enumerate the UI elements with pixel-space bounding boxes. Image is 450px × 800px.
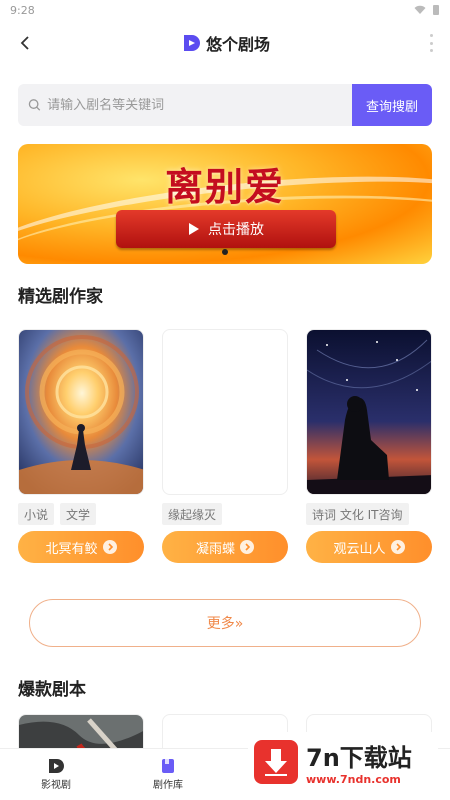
main-content: 查询搜剧 离别爱 点击播放 精选剧作家 — [0, 66, 450, 800]
writer-tags: 诗词 文化 IT咨询 — [306, 503, 432, 525]
writer-card[interactable]: 小说 文学 北冥有鲛 — [18, 329, 144, 563]
brand-logo-icon — [183, 35, 200, 51]
carousel-indicator — [222, 249, 228, 255]
nav-item-videos[interactable]: 影视剧 — [0, 749, 112, 800]
download-icon — [254, 740, 298, 784]
chevron-right-icon — [390, 540, 405, 554]
nav-item-library[interactable]: 剧作库 — [112, 749, 224, 800]
banner-play-button[interactable]: 点击播放 — [116, 210, 336, 248]
banner-carousel[interactable]: 离别爱 点击播放 — [18, 144, 432, 264]
tag: 诗词 文化 IT咨询 — [306, 503, 409, 525]
section-title-writers: 精选剧作家 — [18, 287, 103, 307]
dot-icon — [429, 41, 433, 45]
status-time: 9:28 — [10, 3, 35, 17]
status-bar: 9:28 — [0, 0, 450, 20]
back-arrow-icon — [20, 36, 29, 50]
search-bar: 查询搜剧 — [18, 84, 432, 126]
nav-label: 剧作库 — [153, 780, 183, 791]
search-icon — [28, 99, 41, 111]
search-box — [18, 84, 352, 126]
watermark-logo: 7n下载站 www.7ndn.com — [248, 732, 438, 792]
battery-icon — [433, 5, 439, 15]
tag: 小说 — [18, 503, 55, 525]
play-icon — [189, 223, 199, 235]
chevron-right-icon — [240, 540, 254, 554]
writer-tags: 小说 文学 — [18, 503, 144, 525]
writer-tags: 缘起缘灭 — [162, 503, 288, 525]
writer-image — [162, 329, 288, 495]
writer-cards: 小说 文学 北冥有鲛 缘起缘灭 凝雨蝶 诗词 文化 IT咨询 观云山人 — [18, 329, 432, 563]
banner-title: 离别爱 — [164, 164, 285, 209]
more-writers-button[interactable]: 更多» — [29, 599, 421, 647]
status-icons — [414, 4, 440, 16]
search-input[interactable] — [47, 97, 352, 113]
book-icon — [162, 759, 174, 773]
app-brand: 悠个剧场 — [180, 31, 270, 55]
writer-name: 观云山人 — [333, 541, 386, 557]
play-label: 点击播放 — [208, 222, 264, 238]
back-button[interactable] — [14, 32, 36, 54]
dot-icon — [429, 34, 433, 37]
writer-name: 凝雨蝶 — [195, 541, 235, 557]
chevron-right-icon — [102, 540, 117, 554]
writer-card[interactable]: 缘起缘灭 凝雨蝶 — [162, 329, 288, 563]
nav-label: 影视剧 — [41, 780, 71, 791]
writer-name-button[interactable]: 北冥有鲛 — [18, 531, 144, 563]
app-title: 悠个剧场 — [205, 35, 270, 54]
app-screen: 9:28 悠个剧场 查询搜剧 — [0, 0, 450, 800]
writer-card[interactable]: 诗词 文化 IT咨询 观云山人 — [306, 329, 432, 563]
watermark-url: www.7ndn.com — [306, 773, 401, 786]
app-bar: 悠个剧场 — [0, 20, 450, 66]
writer-name: 北冥有鲛 — [45, 541, 98, 557]
writer-name-button[interactable]: 凝雨蝶 — [162, 531, 288, 563]
brand-play-icon — [49, 759, 64, 773]
more-options-button[interactable] — [428, 34, 434, 52]
writer-image — [18, 329, 144, 495]
section-title-scripts: 爆款剧本 — [18, 680, 86, 700]
watermark-title: 7n下载站 — [306, 744, 412, 772]
writer-image — [306, 329, 432, 495]
tag: 缘起缘灭 — [162, 503, 223, 525]
tag: 文学 — [60, 503, 97, 525]
writer-name-button[interactable]: 观云山人 — [306, 531, 432, 563]
dot-icon — [429, 49, 433, 52]
watermark-text: 7n下载站 www.7ndn.com — [306, 738, 412, 786]
search-button[interactable]: 查询搜剧 — [352, 84, 432, 126]
wifi-icon — [414, 5, 426, 14]
